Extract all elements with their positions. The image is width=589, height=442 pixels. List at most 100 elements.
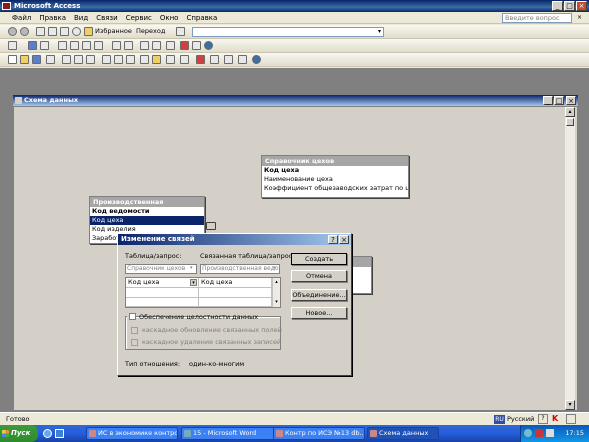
favorites-menu[interactable]: Избранное bbox=[95, 25, 132, 38]
delete-icon[interactable] bbox=[180, 41, 189, 50]
show-direct-icon[interactable] bbox=[152, 41, 161, 50]
network-tray-icon[interactable] bbox=[524, 429, 532, 437]
field-row-selected[interactable]: Код цеха bbox=[90, 216, 204, 225]
help-icon[interactable] bbox=[204, 41, 213, 50]
scroll-down-arrow-icon[interactable]: ▾ bbox=[565, 400, 575, 410]
show-all-icon[interactable] bbox=[166, 41, 175, 50]
new-icon[interactable] bbox=[8, 55, 17, 64]
preview-icon[interactable] bbox=[58, 41, 67, 50]
spelling2-icon[interactable] bbox=[86, 55, 95, 64]
maximize-button[interactable]: □ bbox=[564, 1, 575, 11]
refresh-icon[interactable] bbox=[48, 27, 57, 36]
office-links-icon[interactable] bbox=[152, 55, 161, 64]
relationships-icon[interactable] bbox=[224, 55, 233, 64]
relwin-close-button[interactable]: × bbox=[566, 96, 576, 105]
grid-scroll-down-icon[interactable]: ▾ bbox=[273, 298, 280, 306]
ie-quicklaunch-icon[interactable] bbox=[43, 429, 52, 438]
scroll-up-arrow-icon[interactable]: ▴ bbox=[565, 107, 575, 117]
dialog-titlebar[interactable]: Изменение связей bbox=[118, 234, 351, 245]
table-title[interactable]: Справочник цехов bbox=[262, 156, 408, 166]
menu-relationships[interactable]: Связи bbox=[92, 12, 122, 24]
relwin-maximize-button[interactable]: □ bbox=[554, 96, 564, 105]
cascade-update-checkbox[interactable] bbox=[131, 327, 138, 334]
table-spravochnik-cehov[interactable]: Справочник цехов Код цеха Наименование ц… bbox=[261, 155, 409, 198]
grid-cell[interactable]: Код цеха bbox=[126, 278, 199, 288]
undo-icon[interactable] bbox=[124, 41, 133, 50]
back-icon[interactable] bbox=[8, 27, 17, 36]
cascade-delete-checkbox[interactable] bbox=[131, 339, 138, 346]
dialog-close-button[interactable]: × bbox=[339, 235, 349, 244]
cut2-icon[interactable] bbox=[102, 55, 111, 64]
grid-scrollbar[interactable]: ▴ ▾ bbox=[272, 278, 280, 307]
new-relationship-button[interactable]: Новое... bbox=[291, 307, 347, 319]
field-row[interactable]: Код цеха bbox=[262, 166, 408, 175]
analyze-icon[interactable] bbox=[166, 55, 175, 64]
language-code-badge[interactable]: RU bbox=[494, 415, 505, 424]
cancel-button[interactable]: Отмена bbox=[291, 270, 347, 282]
address-combo[interactable]: ▾ bbox=[192, 27, 384, 37]
favorites-icon[interactable] bbox=[84, 27, 93, 36]
clock[interactable]: 17:15 bbox=[565, 429, 584, 437]
dialog-help-button[interactable]: ? bbox=[328, 235, 338, 244]
code-icon[interactable] bbox=[180, 55, 189, 64]
menu-view[interactable]: Вид bbox=[70, 12, 92, 24]
spelling-icon[interactable] bbox=[70, 41, 79, 50]
integrity-checkbox[interactable] bbox=[129, 313, 136, 320]
sum-icon[interactable] bbox=[112, 41, 121, 50]
task-button[interactable]: 15 - Microsoft Word bbox=[181, 427, 277, 440]
copy2-icon[interactable] bbox=[114, 55, 123, 64]
home-icon[interactable] bbox=[60, 27, 69, 36]
close-doc-icon[interactable]: × bbox=[577, 14, 582, 21]
table-title[interactable]: Производственная ведомость bbox=[90, 197, 204, 216]
cut-icon[interactable] bbox=[82, 41, 91, 50]
related-table-combo[interactable]: Производственная ведо bbox=[200, 264, 280, 274]
save-icon[interactable] bbox=[28, 41, 37, 50]
grid-cell[interactable] bbox=[199, 288, 272, 298]
vertical-scrollbar[interactable]: ▴ ▾ bbox=[565, 107, 575, 410]
menu-tools[interactable]: Сервис bbox=[122, 12, 156, 24]
lang-help-icon[interactable]: ? bbox=[538, 414, 548, 424]
file-search-icon[interactable] bbox=[46, 55, 55, 64]
properties-icon[interactable] bbox=[210, 55, 219, 64]
chevron-down-icon[interactable]: ▾ bbox=[190, 265, 197, 273]
tray-option-icon[interactable] bbox=[566, 414, 576, 424]
preview2-icon[interactable] bbox=[74, 55, 83, 64]
goto-menu[interactable]: Переход bbox=[136, 25, 165, 38]
forward-icon[interactable] bbox=[20, 27, 29, 36]
chevron-down-icon[interactable]: ▾ bbox=[190, 279, 197, 286]
volume-tray-icon[interactable] bbox=[546, 429, 554, 437]
print-icon[interactable] bbox=[40, 41, 49, 50]
new-object-icon[interactable] bbox=[238, 55, 247, 64]
design-view-icon[interactable] bbox=[8, 41, 17, 50]
save2-icon[interactable] bbox=[32, 55, 41, 64]
search-web-icon[interactable] bbox=[72, 27, 81, 36]
close-button[interactable]: × bbox=[576, 1, 587, 11]
delete2-icon[interactable] bbox=[196, 55, 205, 64]
field-mapping-grid[interactable]: Код цеха ▾ Код цеха ▴ ▾ bbox=[125, 277, 281, 308]
table-combo[interactable]: Справочник цехов bbox=[125, 264, 197, 274]
help-question-input[interactable]: Введите вопрос bbox=[502, 13, 572, 23]
grid-scroll-up-icon[interactable]: ▴ bbox=[273, 278, 280, 286]
desktop-quicklaunch-icon[interactable] bbox=[55, 429, 64, 438]
undo2-icon[interactable] bbox=[140, 55, 149, 64]
stop-icon[interactable] bbox=[36, 27, 45, 36]
relwin-minimize-button[interactable]: _ bbox=[543, 96, 553, 105]
database-window-icon[interactable] bbox=[192, 41, 201, 50]
create-button[interactable]: Создать bbox=[291, 253, 347, 265]
task-button-active[interactable]: Схема данных bbox=[367, 427, 439, 440]
field-row[interactable]: Наименование цеха bbox=[262, 175, 408, 184]
grid-cell[interactable] bbox=[126, 298, 199, 307]
menu-file[interactable]: Файл bbox=[0, 12, 35, 24]
antivirus-tray-icon[interactable] bbox=[535, 429, 543, 437]
help2-icon[interactable] bbox=[252, 55, 261, 64]
kaspersky-icon[interactable]: K bbox=[552, 414, 562, 424]
scroll-thumb[interactable] bbox=[566, 118, 574, 126]
task-button[interactable]: ИС в экономике контро... bbox=[86, 427, 178, 440]
table-hidden-partial[interactable] bbox=[350, 256, 372, 294]
language-name[interactable]: Русский bbox=[507, 415, 534, 423]
task-button[interactable]: Контр по ИСЭ №13 db... bbox=[273, 427, 365, 440]
join-type-button[interactable]: Объединение... bbox=[291, 289, 347, 301]
open-icon[interactable] bbox=[20, 55, 29, 64]
print2-icon[interactable] bbox=[62, 55, 71, 64]
grid-cell[interactable] bbox=[199, 298, 272, 307]
